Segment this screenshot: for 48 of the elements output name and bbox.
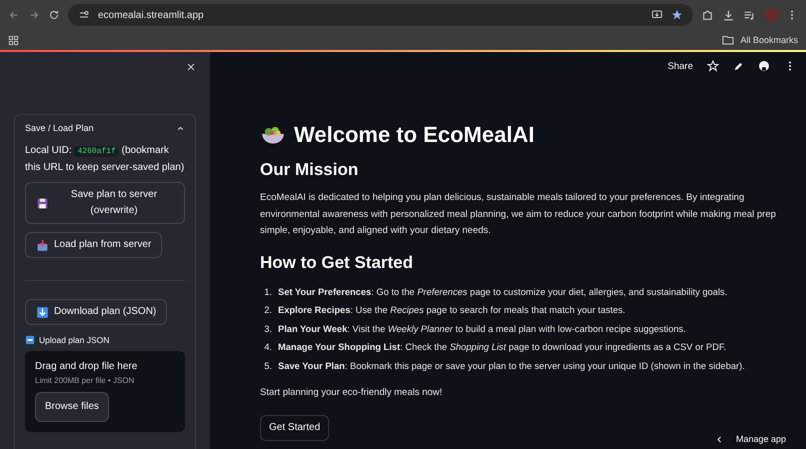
dropzone-text: Drag and drop file here (35, 361, 138, 372)
folder-icon (722, 34, 734, 46)
page-title: Welcome to EcoMealAI (294, 122, 534, 148)
step-text: Save Your Plan: Bookmark this page or save your plan to the server using your unique ID (shown in the sidebar). (278, 360, 745, 373)
download-icon (722, 8, 735, 22)
install-app-icon (651, 9, 663, 21)
url-text: ecomealai.streamlit.app (98, 10, 204, 20)
close-icon (186, 62, 196, 72)
list-number: 3. (263, 322, 272, 336)
browse-files-button[interactable]: Browse files (35, 392, 109, 422)
forward-arrow-icon (28, 9, 40, 21)
reload-icon (48, 9, 60, 21)
expander-title[interactable]: Save / Load Plan (25, 123, 94, 133)
section-heading: How to Get Started (260, 252, 414, 272)
list-number: 2. (263, 304, 272, 317)
list-number: 5. (263, 360, 272, 372)
share-link[interactable]: Share (668, 60, 693, 72)
step-text: Plan Your Week: Visit the Weekly Planner to build a meal plan with low-carbon recipe suggestions. (278, 322, 686, 336)
mission-paragraph: EcoMealAI is dedicated to helping you plan delicious, sustainable meals tailored to your preferences. By integrating environmental awareness with personalized meal planning, we aim to reduce your carbon footprint while making meal prep simple, enjoyable, and aligned with your dietary needs. (260, 191, 777, 238)
file-limit-text: Limit 200MB per file • JSON (35, 376, 136, 385)
file-dropzone[interactable]: Drag and drop file here Limit 200MB per file • JSON Browse files (25, 351, 185, 432)
media-queue-icon (743, 8, 756, 22)
star-outline-icon (707, 60, 719, 72)
section-heading: Our Mission (260, 160, 360, 180)
step-text: Manage Your Shopping List: Check the Shopping List page to download your ingredients as a CSV or PDF. (278, 341, 726, 354)
get-started-button[interactable]: Get Started (260, 414, 330, 440)
upload-icon (25, 335, 35, 345)
sidebar-button[interactable]: Load plan from server (25, 232, 162, 258)
list-number: 4. (263, 341, 272, 354)
address-bar[interactable]: ecomealai.streamlit.app (68, 4, 693, 26)
pencil-icon (733, 60, 744, 72)
sidebar-button[interactable]: Save plan to server (overwrite) (25, 182, 185, 224)
download-button[interactable]: Download plan (JSON) (25, 299, 168, 325)
step-text: Explore Recipes: Use the Recipes page to search for meals that match your tastes. (278, 304, 626, 317)
upload-label: Upload plan JSON (39, 335, 110, 345)
closing-text: Start planning your eco-friendly meals now! (260, 386, 444, 400)
uid-text: Local UID: 4260af1f (bookmark this URL to keep server-saved plan) (25, 144, 185, 175)
inbox-tray-icon (36, 238, 49, 252)
list-number: 1. (263, 286, 272, 298)
down-arrow-icon (36, 306, 49, 318)
manage-app-button[interactable]: Manage app (708, 433, 792, 445)
step-text: Set Your Preferences: Go to the Preferences page to customize your diet, allergies, and sustainability goals. (278, 286, 728, 299)
chevron-left-icon (714, 434, 724, 444)
back-arrow-icon (8, 9, 20, 21)
profile-avatar[interactable] (764, 8, 778, 22)
bookmarks-folder[interactable]: All Bookmarks (740, 35, 798, 45)
star-icon (671, 9, 683, 21)
apps-grid-icon (8, 34, 19, 46)
